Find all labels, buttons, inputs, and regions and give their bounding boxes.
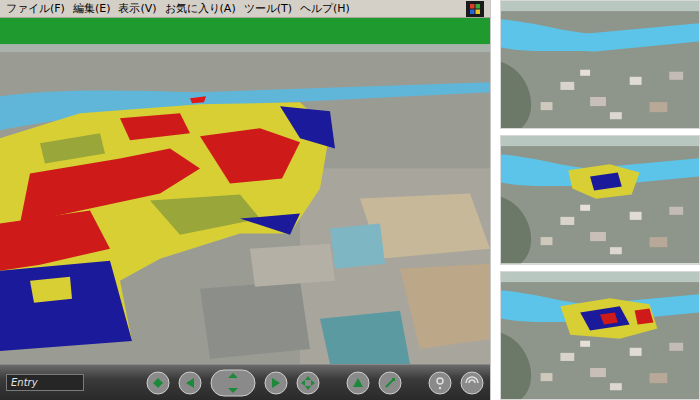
menu-item[interactable]: お気に入り(A) <box>161 1 240 17</box>
viewer-window: ファイル(F)編集(E)表示(V)お気に入り(A)ツール(T)ヘルプ(H) Ent… <box>0 0 490 400</box>
straighten-button[interactable] <box>378 368 402 398</box>
snapshot-column <box>500 0 700 400</box>
navigation-bar: Entry <box>0 364 490 400</box>
3d-scene-view[interactable] <box>0 18 490 364</box>
plan-button[interactable] <box>146 368 170 398</box>
menu-item[interactable]: 表示(V) <box>114 1 160 17</box>
menu-item[interactable]: ツール(T) <box>240 1 296 17</box>
walk-left-button[interactable] <box>178 368 202 398</box>
cortona-logo-button[interactable] <box>460 368 484 398</box>
snapshot-view[interactable] <box>500 135 700 264</box>
help-button[interactable] <box>428 368 452 398</box>
walk-right-button[interactable] <box>264 368 288 398</box>
menu-item[interactable]: 編集(E) <box>69 1 115 17</box>
menu-bar: ファイル(F)編集(E)表示(V)お気に入り(A)ツール(T)ヘルプ(H) <box>0 0 490 18</box>
snapshot-view[interactable] <box>500 271 700 400</box>
snapshot-view[interactable] <box>500 0 700 129</box>
menu-item[interactable]: ファイル(F) <box>2 1 69 17</box>
study-button[interactable] <box>346 368 370 398</box>
walk-button[interactable] <box>210 368 256 398</box>
windows-logo-icon <box>466 1 484 17</box>
viewpoint-field[interactable]: Entry <box>6 374 84 391</box>
pan-button[interactable] <box>296 368 320 398</box>
splitter <box>490 0 500 400</box>
menu-item[interactable]: ヘルプ(H) <box>296 1 354 17</box>
